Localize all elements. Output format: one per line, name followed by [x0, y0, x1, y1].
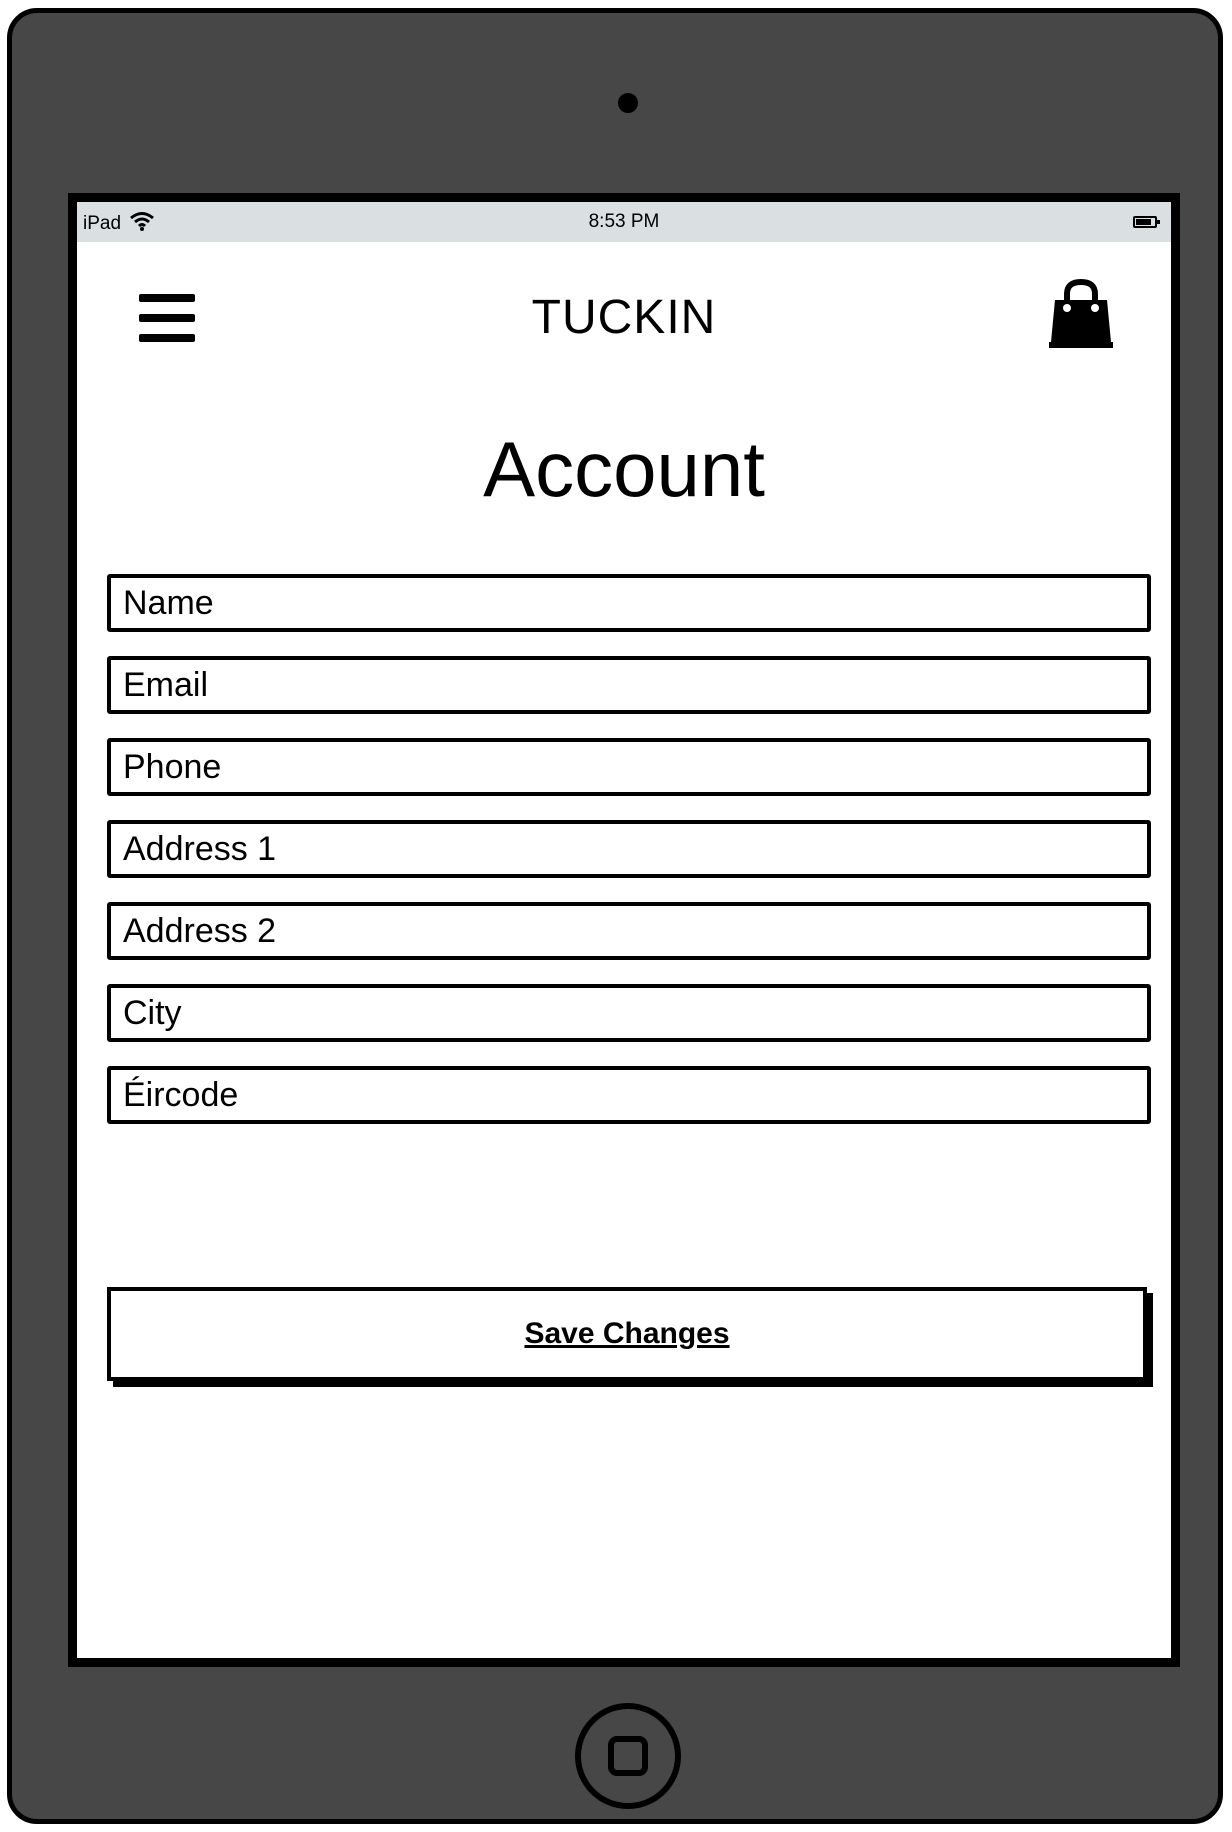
- eircode-input[interactable]: [111, 1070, 1147, 1120]
- address-1-field[interactable]: [107, 820, 1151, 878]
- status-time: 8:53 PM: [588, 211, 660, 232]
- name-input[interactable]: [111, 578, 1147, 628]
- address-1-input[interactable]: [111, 824, 1147, 874]
- eircode-field[interactable]: [107, 1066, 1151, 1124]
- home-button[interactable]: [575, 1703, 681, 1809]
- address-2-input[interactable]: [111, 906, 1147, 956]
- email-input[interactable]: [111, 660, 1147, 710]
- address-2-field[interactable]: [107, 902, 1151, 960]
- brand-title: TUCKIN: [531, 291, 717, 344]
- city-input[interactable]: [111, 988, 1147, 1038]
- phone-field[interactable]: [107, 738, 1151, 796]
- page-title: Account: [483, 425, 765, 513]
- battery-icon: [1133, 216, 1160, 228]
- camera-dot: [618, 93, 638, 113]
- phone-input[interactable]: [111, 742, 1147, 792]
- name-field[interactable]: [107, 574, 1151, 632]
- save-changes-button[interactable]: Save Changes: [107, 1287, 1147, 1381]
- city-field[interactable]: [107, 984, 1151, 1042]
- screen: iPad 8:53 PM TUCKIN Account Name Email P…: [68, 193, 1180, 1667]
- shopping-bag-icon[interactable]: [1047, 278, 1115, 350]
- tablet-frame: iPad 8:53 PM TUCKIN Account Name Email P…: [7, 8, 1223, 1824]
- home-square-icon: [608, 1736, 648, 1776]
- status-bar: iPad 8:53 PM: [77, 202, 1171, 242]
- email-field[interactable]: [107, 656, 1151, 714]
